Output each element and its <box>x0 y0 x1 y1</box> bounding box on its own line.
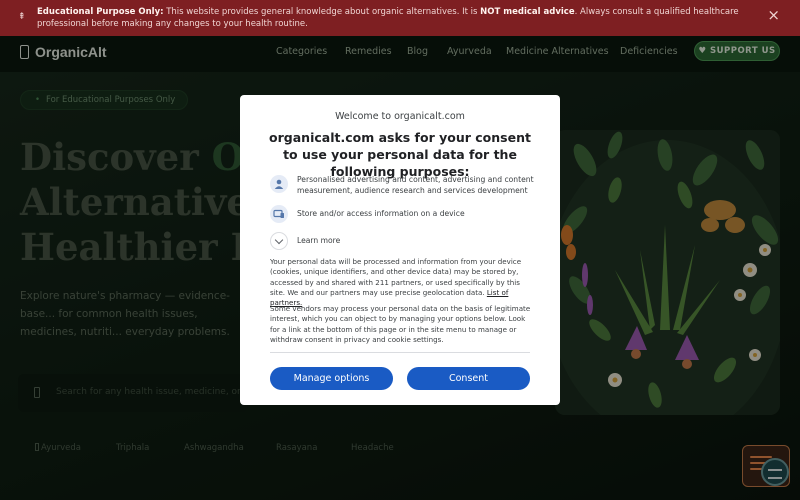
banner-text-1: This website provides general knowledge … <box>163 7 481 17</box>
close-icon[interactable]: × <box>767 8 780 23</box>
consent-paragraph-1-text: Your personal data will be processed and… <box>270 257 522 297</box>
consent-paragraph-2: Some vendors may process your personal d… <box>270 304 531 344</box>
person-icon <box>270 175 288 193</box>
dialog-divider <box>270 352 530 353</box>
purpose-text: Personalised advertising and content, ad… <box>297 175 534 195</box>
banner-lead: Educational Purpose Only: <box>37 7 164 17</box>
info-icon: ⇞ <box>18 12 26 22</box>
purpose-text: Store and/or access information on a dev… <box>297 209 465 218</box>
consent-dialog: Welcome to organicalt.com organicalt.com… <box>240 95 560 405</box>
dialog-site-title: Welcome to organicalt.com <box>335 111 465 122</box>
dialog-heading: organicalt.com asks for your consent to … <box>269 130 531 179</box>
manage-options-button[interactable]: Manage options <box>270 367 393 390</box>
device-icon <box>270 205 288 223</box>
consent-button[interactable]: Consent <box>407 367 530 390</box>
learn-more-label: Learn more <box>297 236 341 245</box>
banner-emphasis: NOT medical advice <box>480 7 575 17</box>
chevron-down-icon <box>270 232 288 250</box>
disclaimer-banner: ⇞ Educational Purpose Only: This website… <box>0 0 800 36</box>
consent-paragraph-1: Your personal data will be processed and… <box>270 257 532 308</box>
